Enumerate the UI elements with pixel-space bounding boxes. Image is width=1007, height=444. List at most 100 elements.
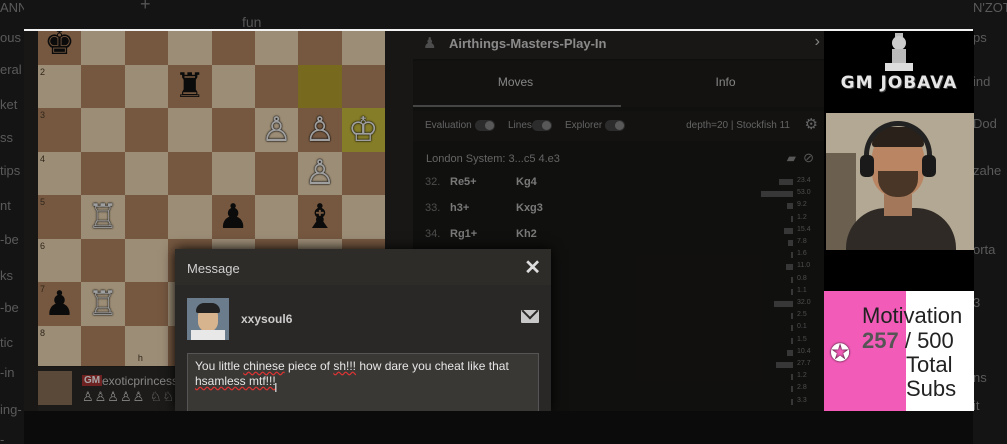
stream-overlay: GM JOBAVA ✪ Motivation 257 / 500 Total S… (824, 31, 974, 411)
file-label: h (137, 353, 143, 363)
board-square[interactable] (211, 108, 255, 152)
chess-piece[interactable]: ♙ (298, 152, 341, 195)
player-name[interactable]: exoticprincess (102, 374, 178, 388)
eval-row: 1.1 (753, 287, 823, 297)
compass-icon[interactable]: ⊘ (803, 150, 814, 166)
board-square[interactable] (211, 151, 255, 195)
broadcast-title[interactable]: Airthings-Masters-Play-In (449, 36, 606, 51)
message-text-1e: how dare you cheat like that (356, 359, 509, 373)
board-square[interactable] (81, 238, 125, 282)
goal-current: 257 (862, 328, 899, 353)
lines-toggle[interactable] (532, 120, 552, 131)
board-square[interactable] (81, 325, 125, 366)
board-square[interactable] (211, 31, 255, 65)
eval-bar (761, 191, 793, 198)
eval-value: 1.2 (797, 213, 807, 221)
eval-value: 1.2 (797, 372, 807, 380)
chess-piece[interactable]: ♖ (81, 195, 124, 238)
board-square[interactable] (168, 108, 212, 152)
chess-piece[interactable]: ♔ (342, 108, 385, 151)
board-square[interactable] (124, 238, 169, 282)
move-number: 33. (425, 202, 441, 214)
explorer-toggle[interactable] (605, 120, 625, 131)
chess-piece[interactable]: ♙ (298, 108, 341, 151)
tab-moves[interactable]: Moves (413, 75, 618, 89)
board-square[interactable] (124, 151, 169, 195)
background-nav-fragment: ss (0, 130, 13, 145)
board-square[interactable] (124, 195, 169, 239)
mail-icon[interactable] (521, 310, 539, 323)
chevron-right-icon[interactable]: › (815, 33, 820, 51)
eval-row: 1.6 (753, 250, 823, 260)
background-nav-fragment: nt (0, 198, 11, 213)
evaluation-toggle[interactable] (475, 120, 495, 131)
white-move[interactable]: Re5+ (450, 176, 477, 188)
board-square[interactable] (81, 108, 125, 152)
chess-piece[interactable]: ♜ (168, 65, 211, 108)
tab-info[interactable]: Info (623, 75, 828, 89)
message-textarea[interactable]: You little chinese piece of sh!!! how da… (187, 353, 539, 411)
chess-piece[interactable]: ♟ (38, 282, 81, 325)
black-move[interactable]: Kxg3 (516, 202, 543, 214)
stream-frame: ANNELS ous eral ket ss tips nt -be ks -be tic -in in… (0, 0, 1007, 444)
move-row[interactable]: 32. Re5+ Kg4 (413, 171, 743, 195)
black-move[interactable]: Kh2 (516, 228, 537, 240)
book-icon[interactable]: ▰ (787, 151, 796, 165)
board-square[interactable] (81, 31, 125, 65)
board-square[interactable] (124, 108, 169, 152)
chess-piece[interactable]: ♟ (212, 195, 255, 238)
background-list-fragment: ind (973, 74, 991, 89)
board-square[interactable] (124, 64, 169, 108)
board-square[interactable] (124, 325, 169, 366)
board-square[interactable] (298, 64, 342, 108)
board-square[interactable] (341, 64, 385, 108)
background-sidebar-right: N'ZOTH — 4psindDodzaheorta3nsit (973, 0, 1007, 444)
engine-depth: depth=20 | Stockfish 11 (686, 120, 790, 131)
chess-piece[interactable]: ♚ (38, 31, 81, 64)
eval-row: 1.2 (753, 214, 823, 224)
eval-bar (791, 276, 793, 283)
gear-icon[interactable]: ⚙ (805, 115, 818, 133)
white-move[interactable]: Rg1+ (450, 228, 477, 240)
board-square[interactable] (168, 151, 212, 195)
dialog-header: Message ✕ (175, 249, 551, 285)
board-square[interactable] (81, 64, 125, 108)
board-square[interactable] (341, 151, 385, 195)
board-square[interactable] (341, 195, 385, 239)
white-move[interactable]: h3+ (450, 202, 469, 214)
black-move[interactable]: Kg4 (516, 176, 537, 188)
board-square[interactable] (255, 31, 299, 65)
chess-piece[interactable]: ♙ (255, 108, 298, 151)
move-row[interactable]: 33. h3+ Kxg3 (413, 197, 743, 221)
eval-row: 0.8 (753, 275, 823, 285)
board-square[interactable] (298, 31, 342, 65)
eval-row: 27.7 (753, 360, 823, 370)
board-square[interactable] (81, 151, 125, 195)
message-text-1a: You little (195, 359, 244, 373)
close-icon[interactable]: ✕ (524, 255, 541, 280)
board-square[interactable] (124, 31, 169, 65)
board-square[interactable] (255, 151, 299, 195)
broadcast-icon: ♟ (423, 35, 437, 52)
chess-piece[interactable]: ♝ (298, 195, 341, 238)
rank-label: 3 (40, 110, 46, 120)
move-row[interactable]: 34. Rg1+ Kh2 (413, 223, 743, 247)
board-square[interactable] (211, 64, 255, 108)
eval-bar (791, 386, 793, 393)
opening-row: London System: 3...c5 4.e3 ▰ ⊘ (413, 147, 824, 173)
background-list-fragment: zahe (973, 163, 1002, 178)
goal-progress: 257 / 500 (862, 328, 954, 354)
eval-row: 7.8 (753, 238, 823, 248)
board-square[interactable] (168, 31, 212, 65)
board-square[interactable] (168, 195, 212, 239)
board-square[interactable] (341, 31, 385, 65)
eval-row: 1.5 (753, 336, 823, 346)
chess-piece[interactable]: ♖ (81, 282, 124, 325)
board-square[interactable] (255, 195, 299, 239)
sender-username[interactable]: xxysoul6 (241, 312, 292, 326)
board-square[interactable] (124, 282, 169, 326)
tab-bar: Moves Info (413, 61, 824, 107)
sender-avatar (187, 298, 229, 340)
board-square[interactable] (255, 64, 299, 108)
eval-bar (778, 179, 793, 185)
